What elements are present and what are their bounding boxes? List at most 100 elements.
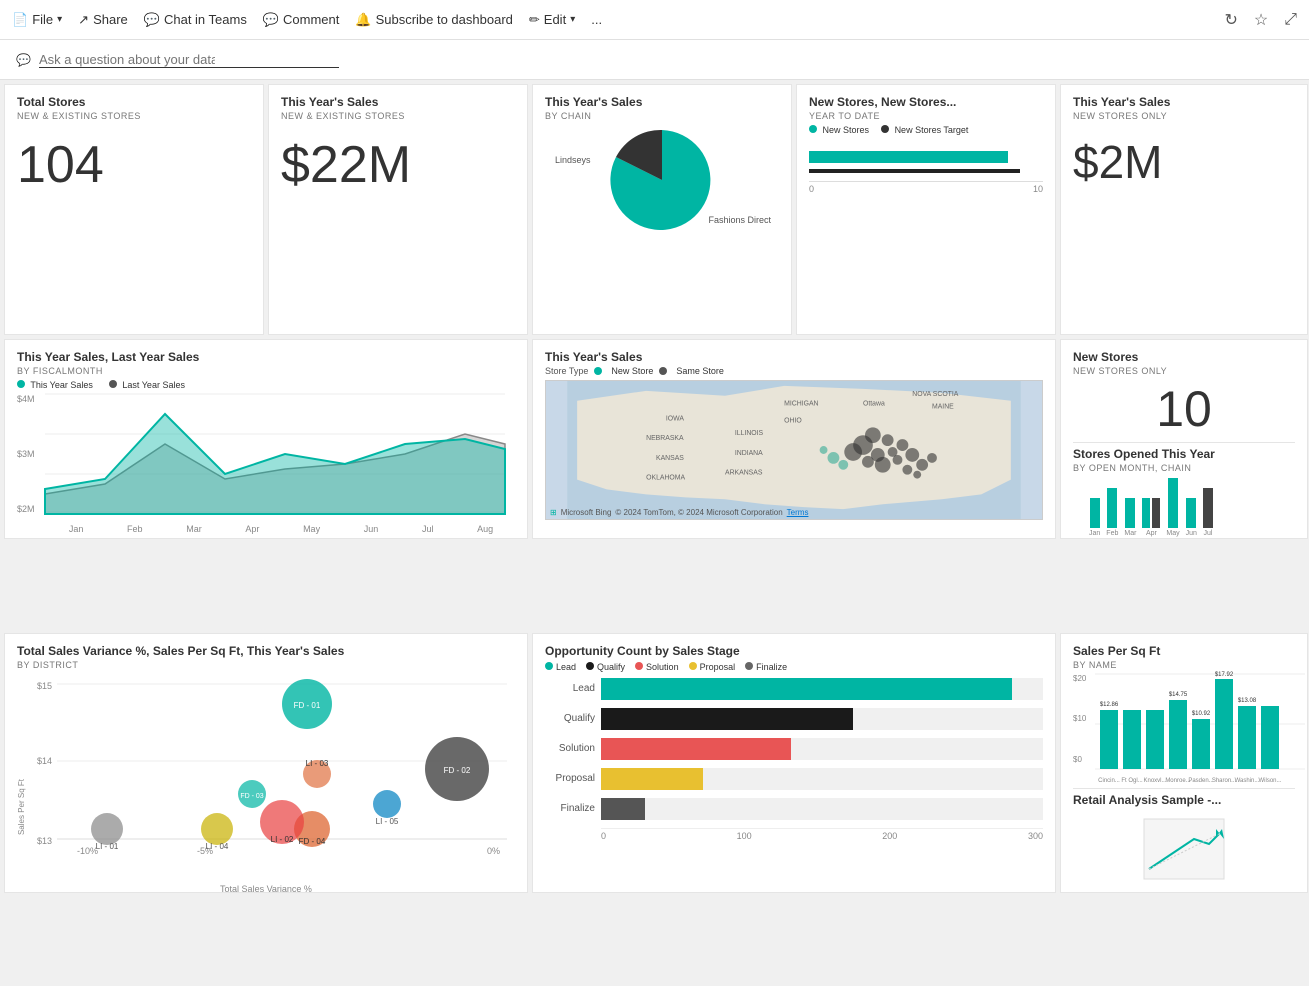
line-chart-subtitle: BY FISCALMONTH (17, 366, 515, 376)
sob-bar-may-teal (1168, 478, 1178, 528)
svg-text:$13: $13 (37, 836, 52, 846)
sob-feb: Feb (1106, 488, 1118, 537)
file-menu[interactable]: 📄 File ▾ (12, 12, 62, 28)
bubble-area: Sales Per Sq Ft $15 $14 $13 -10% -5% 0% (17, 674, 515, 884)
qa-field[interactable] (39, 52, 339, 68)
chat-in-teams-button[interactable]: 💬 Chat in Teams (144, 12, 247, 28)
sob-bar-mar-teal (1125, 498, 1135, 528)
svg-text:Monroe...: Monroe... (1165, 778, 1191, 784)
opp-legend-qualify: Qualify (586, 662, 625, 672)
opportunity-legend: Lead Qualify Solution Proposal Finalize (545, 662, 1043, 672)
legend-dot-this-year (17, 380, 25, 388)
retail-thumbnail-svg (1144, 819, 1224, 879)
comment-icon: 💬 (263, 12, 279, 28)
bar-track-qualify (601, 708, 1043, 730)
svg-text:ILLINOIS: ILLINOIS (735, 431, 764, 438)
edit-button[interactable]: ✏ Edit ▾ (529, 12, 575, 28)
sales-new-stores-subtitle: NEW STORES ONLY (1073, 111, 1295, 121)
svg-text:OKLAHOMA: OKLAHOMA (646, 475, 685, 482)
svg-text:MICHIGAN: MICHIGAN (784, 401, 818, 408)
sob-jan: Jan (1089, 498, 1100, 537)
bar-label-solution: Solution (545, 743, 595, 754)
svg-text:NOVA SCOTIA: NOVA SCOTIA (912, 391, 959, 398)
file-chevron: ▾ (57, 14, 62, 25)
sales-sqft-subtitle: BY NAME (1073, 660, 1295, 670)
map-card[interactable]: This Year's Sales Store Type New Store S… (532, 339, 1056, 539)
bar-track-solution (601, 738, 1043, 760)
sales-new-stores-value: $2M (1073, 137, 1295, 188)
legend-dot-last-year (109, 380, 117, 388)
ytd-bar-target (809, 169, 1020, 173)
pie-label-fashions: Fashions Direct (708, 215, 771, 225)
sales-new-stores-card[interactable]: This Year's Sales NEW STORES ONLY $2M (1060, 84, 1308, 335)
svg-text:Ottawa: Ottawa (863, 401, 885, 408)
opportunity-card[interactable]: Opportunity Count by Sales Stage Lead Qu… (532, 633, 1056, 893)
sales-sqft-chart: $20 $10 $0 $12.86 $14.75 (1073, 674, 1295, 784)
new-stores-card[interactable]: New Stores NEW STORES ONLY 10 Stores Ope… (1060, 339, 1308, 539)
bar-row-qualify: Qualify (545, 708, 1043, 730)
refresh-icon[interactable]: ↻ (1224, 10, 1237, 30)
legend-target: New Stores Target (881, 125, 968, 135)
share-button[interactable]: ↗ Share (78, 12, 128, 28)
total-stores-subtitle: NEW & EXISTING STORES (17, 111, 251, 121)
favorite-icon[interactable]: ☆ (1254, 10, 1268, 30)
share-icon: ↗ (78, 12, 89, 28)
legend-last-year: Last Year Sales (109, 380, 185, 390)
divider (1073, 442, 1295, 443)
horiz-bar-chart: Lead Qualify Solution Prop (545, 678, 1043, 820)
retail-thumbnail[interactable] (1073, 809, 1295, 889)
sales-by-chain-title: This Year's Sales (545, 95, 779, 109)
legend-dot-target (881, 125, 889, 133)
sob-mar: Mar (1124, 498, 1136, 537)
more-button[interactable]: ... (591, 12, 602, 27)
svg-text:LI - 05: LI - 05 (376, 817, 399, 826)
map-area[interactable]: IOWA NEBRASKA KANSAS OKLAHOMA ILLINOIS I… (545, 380, 1043, 520)
this-year-sales-title: This Year's Sales (281, 95, 515, 109)
pie-chart (607, 125, 717, 235)
legend-dot-same-store (659, 367, 667, 375)
bar-fill-lead (601, 678, 1012, 700)
svg-text:Sharon...: Sharon... (1212, 778, 1237, 784)
sales-new-stores-title: This Year's Sales (1073, 95, 1295, 109)
total-stores-card[interactable]: Total Stores NEW & EXISTING STORES 104 (4, 84, 264, 335)
pie-label-lindseys: Lindseys (555, 155, 591, 165)
bar-row-solution: Solution (545, 738, 1043, 760)
svg-text:ARKANSAS: ARKANSAS (725, 470, 763, 477)
ytd-bar-container: 0 10 (809, 151, 1043, 194)
bubble-chart-card[interactable]: Total Sales Variance %, Sales Per Sq Ft,… (4, 633, 528, 893)
bubble-chart-title: Total Sales Variance %, Sales Per Sq Ft,… (17, 644, 515, 658)
sales-sqft-card[interactable]: Sales Per Sq Ft BY NAME $20 $10 $0 $12.8… (1060, 633, 1308, 893)
subscribe-button[interactable]: 🔔 Subscribe to dashboard (355, 12, 513, 28)
bar-label-lead: Lead (545, 683, 595, 694)
bar-track-proposal (601, 768, 1043, 790)
opp-legend-lead: Lead (545, 662, 576, 672)
svg-text:Washin...: Washin... (1235, 778, 1260, 784)
bar-row-proposal: Proposal (545, 768, 1043, 790)
sqft-svg: $12.86 $14.75 $10.92 $17.92 $13.08 (1095, 674, 1308, 774)
new-stores-value: 10 (1073, 380, 1295, 438)
svg-text:Cincin...: Cincin... (1098, 778, 1120, 784)
retail-analysis-title: Retail Analysis Sample -... (1073, 793, 1295, 807)
line-chart-card[interactable]: This Year Sales, Last Year Sales BY FISC… (4, 339, 528, 539)
legend-this-year: This Year Sales (17, 380, 93, 390)
bar-fill-finalize (601, 798, 645, 820)
new-stores-ytd-card[interactable]: New Stores, New Stores... YEAR TO DATE N… (796, 84, 1056, 335)
legend-same-store: Same Store (676, 366, 724, 376)
opp-legend-finalize: Finalize (745, 662, 787, 672)
this-year-sales-card[interactable]: This Year's Sales NEW & EXISTING STORES … (268, 84, 528, 335)
svg-text:LI - 03: LI - 03 (306, 759, 329, 768)
edit-chevron: ▾ (570, 14, 575, 25)
comment-button[interactable]: 💬 Comment (263, 12, 340, 28)
bar-row-finalize: Finalize (545, 798, 1043, 820)
svg-text:FD - 04: FD - 04 (299, 837, 326, 846)
qa-input[interactable] (39, 52, 215, 67)
svg-text:$13.08: $13.08 (1238, 698, 1257, 704)
opp-legend-proposal: Proposal (689, 662, 736, 672)
fullscreen-icon[interactable]: ⤢ (1284, 11, 1297, 29)
sqft-divider (1073, 788, 1295, 789)
edit-icon: ✏ (529, 12, 540, 28)
sales-by-chain-card[interactable]: This Year's Sales BY CHAIN Lindseys Fash… (532, 84, 792, 335)
bubble-chart-subtitle: BY DISTRICT (17, 660, 515, 670)
opportunity-title: Opportunity Count by Sales Stage (545, 644, 1043, 658)
svg-text:LI - 04: LI - 04 (206, 842, 229, 851)
